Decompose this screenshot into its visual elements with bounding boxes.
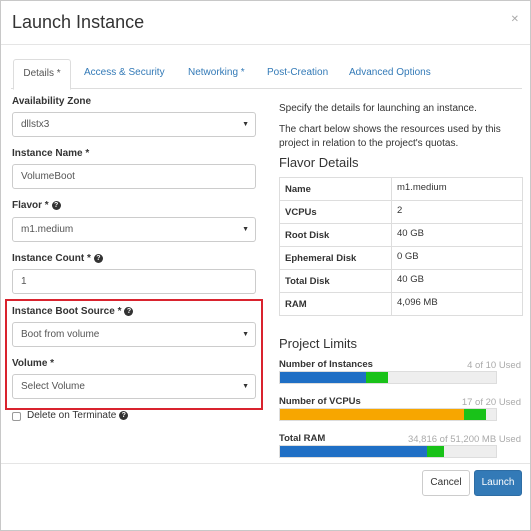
tab-details[interactable]: Details *: [13, 59, 71, 90]
table-key: Root Disk: [279, 223, 392, 247]
tab-access-security[interactable]: Access & Security: [84, 59, 165, 89]
limit-instances-bar: [279, 371, 497, 384]
table-row: RAM 4,096 MB: [279, 292, 523, 316]
bar-added-segment: [366, 372, 388, 383]
tab-post-creation[interactable]: Post-Creation: [267, 59, 328, 89]
bar-used-segment: [280, 446, 427, 457]
limit-vcpus-used: 17 of 20 Used: [461, 397, 521, 408]
bar-added-segment: [427, 446, 444, 457]
chevron-down-icon: ▼: [242, 226, 249, 233]
chevron-down-icon: ▼: [242, 331, 249, 338]
limit-instances-used: 4 of 10 Used: [467, 360, 521, 371]
table-row: VCPUs 2: [279, 200, 523, 224]
boot-source-label: Instance Boot Source *?: [12, 306, 134, 317]
limit-vcpus-bar: [279, 408, 497, 421]
instance-name-input[interactable]: VolumeBoot: [12, 164, 256, 189]
table-value: 2: [391, 200, 523, 224]
instance-count-label-text: Instance Count *: [12, 253, 91, 264]
table-value: 40 GB: [391, 223, 523, 247]
boot-source-value: Boot from volume: [21, 329, 100, 340]
cancel-button[interactable]: Cancel: [422, 470, 470, 496]
boot-source-select[interactable]: Boot from volume ▼: [12, 322, 256, 347]
launch-button[interactable]: Launch: [474, 470, 522, 496]
limit-vcpus-label: Number of VCPUs: [279, 396, 361, 407]
table-row: Total Disk 40 GB: [279, 269, 523, 293]
volume-value: Select Volume: [21, 381, 85, 392]
flavor-details-title: Flavor Details: [279, 155, 359, 170]
info-text-1: Specify the details for launching an ins…: [279, 103, 477, 114]
delete-on-terminate-label: Delete on Terminate?: [27, 410, 129, 421]
launch-instance-modal: Launch Instance ✕ Details * Access & Sec…: [0, 0, 531, 531]
delete-on-terminate-text: Delete on Terminate: [27, 410, 117, 421]
question-icon[interactable]: ?: [51, 200, 61, 210]
table-row: Ephemeral Disk 0 GB: [279, 246, 523, 270]
flavor-value: m1.medium: [21, 224, 74, 235]
limit-instances-label: Number of Instances: [279, 359, 373, 370]
availability-zone-label: Availability Zone: [12, 96, 92, 107]
table-value: 4,096 MB: [391, 292, 523, 316]
flavor-select[interactable]: m1.medium ▼: [12, 217, 256, 242]
limit-ram-label: Total RAM: [279, 433, 326, 444]
flavor-label-text: Flavor *: [12, 200, 49, 211]
limit-ram-used: 34,816 of 51,200 MB Used: [407, 434, 521, 445]
table-key: Name: [279, 177, 392, 201]
chevron-down-icon: ▼: [242, 121, 249, 128]
tab-advanced-options[interactable]: Advanced Options: [349, 59, 431, 89]
instance-count-value: 1: [21, 276, 27, 287]
instance-count-label: Instance Count *?: [12, 253, 103, 264]
availability-zone-value: dllstx3: [21, 119, 50, 130]
chevron-down-icon: ▼: [242, 383, 249, 390]
delete-on-terminate-checkbox[interactable]: [12, 412, 21, 421]
instance-name-value: VolumeBoot: [21, 171, 75, 182]
table-row: Name m1.medium: [279, 177, 523, 201]
table-key: RAM: [279, 292, 392, 316]
instance-name-label: Instance Name *: [12, 148, 90, 159]
modal-header: Launch Instance ✕: [1, 1, 530, 45]
instance-count-input[interactable]: 1: [12, 269, 256, 294]
close-icon[interactable]: ✕: [511, 14, 519, 25]
flavor-details-table: Name m1.medium VCPUs 2 Root Disk 40 GB Ephe…: [279, 177, 523, 316]
volume-select[interactable]: Select Volume ▼: [12, 374, 256, 399]
flavor-label: Flavor *?: [12, 200, 61, 211]
table-value: m1.medium: [391, 177, 523, 201]
table-key: Total Disk: [279, 269, 392, 293]
bar-used-segment: [280, 409, 464, 420]
boot-source-label-text: Instance Boot Source *: [12, 306, 122, 317]
project-limits-title: Project Limits: [279, 336, 358, 351]
limit-ram-bar: [279, 445, 497, 458]
bar-added-segment: [464, 409, 486, 420]
volume-label: Volume *: [12, 358, 55, 369]
availability-zone-select[interactable]: dllstx3 ▼: [12, 112, 256, 137]
tab-networking[interactable]: Networking *: [188, 59, 245, 89]
table-key: Ephemeral Disk: [279, 246, 392, 270]
bar-used-segment: [280, 372, 366, 383]
table-row: Root Disk 40 GB: [279, 223, 523, 247]
question-icon[interactable]: ?: [93, 253, 103, 263]
table-key: VCPUs: [279, 200, 392, 224]
question-icon[interactable]: ?: [124, 306, 134, 316]
question-icon[interactable]: ?: [119, 410, 129, 420]
tab-bar: Details * Access & Security Networking *…: [11, 59, 522, 90]
table-value: 0 GB: [391, 246, 523, 270]
modal-title: Launch Instance: [12, 12, 145, 32]
info-text-2: The chart below shows the resources used…: [279, 124, 501, 149]
table-value: 40 GB: [391, 269, 523, 293]
